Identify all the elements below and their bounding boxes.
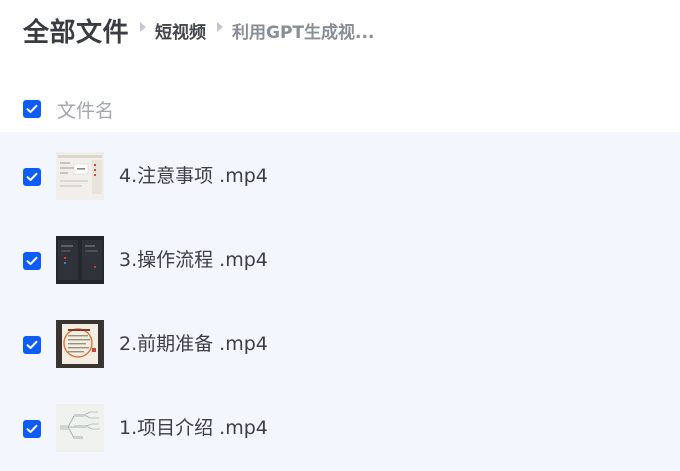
file-row[interactable]: 1.项目介绍 .mp4	[0, 386, 680, 470]
file-name[interactable]: 1.项目介绍 .mp4	[119, 386, 268, 470]
breadcrumb-folder[interactable]: 短视频	[155, 18, 206, 43]
file-name[interactable]: 4.注意事项 .mp4	[119, 134, 268, 218]
checkmark-icon	[26, 172, 38, 181]
certificate-thumbnail-icon	[56, 320, 104, 368]
file-name[interactable]: 3.操作流程 .mp4	[119, 218, 268, 302]
breadcrumb-separator-icon	[140, 22, 147, 32]
mindmap-thumbnail-icon	[56, 404, 104, 452]
list-header: 文件名	[0, 86, 680, 132]
select-all-checkbox[interactable]	[23, 100, 41, 118]
row-checkbox[interactable]	[23, 168, 41, 186]
file-row[interactable]: 4.注意事项 .mp4	[0, 134, 680, 218]
dark-video-thumbnail-icon	[56, 236, 104, 284]
file-name[interactable]: 2.前期准备 .mp4	[119, 302, 268, 386]
checkmark-icon	[26, 256, 38, 265]
document-thumbnail-icon	[56, 152, 104, 200]
file-row[interactable]: 2.前期准备 .mp4	[0, 302, 680, 386]
breadcrumb: 全部文件 短视频 利用GPT生成视...	[23, 10, 374, 50]
file-browser: 全部文件 短视频 利用GPT生成视... 文件名 4.注意事项 .mp4 3.操…	[0, 0, 680, 471]
row-checkbox[interactable]	[23, 252, 41, 270]
breadcrumb-current-folder: 利用GPT生成视...	[232, 22, 375, 43]
row-checkbox[interactable]	[23, 420, 41, 438]
checkmark-icon	[26, 104, 38, 113]
file-row[interactable]: 3.操作流程 .mp4	[0, 218, 680, 302]
checkmark-icon	[26, 340, 38, 349]
file-list: 4.注意事项 .mp4 3.操作流程 .mp4 2.前期准备 .mp4 1.项目…	[0, 132, 680, 471]
row-checkbox[interactable]	[23, 336, 41, 354]
breadcrumb-separator-icon	[217, 22, 224, 32]
checkmark-icon	[26, 424, 38, 433]
column-header-filename[interactable]: 文件名	[57, 96, 114, 123]
breadcrumb-root[interactable]: 全部文件	[23, 12, 129, 49]
